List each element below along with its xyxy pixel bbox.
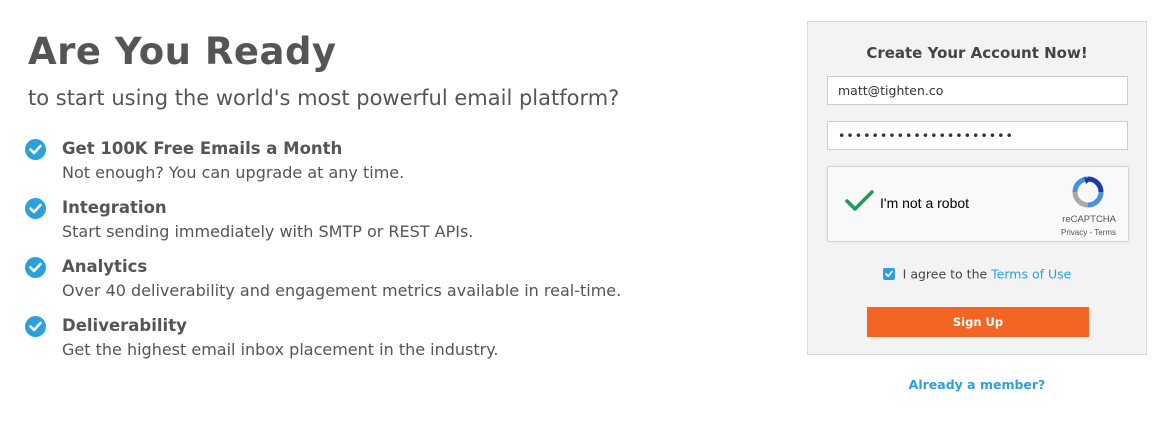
check-circle-icon (25, 316, 46, 337)
password-field[interactable] (827, 121, 1128, 150)
check-circle-icon (25, 139, 46, 160)
feature-item: Deliverability Get the highest email inb… (25, 315, 768, 374)
feature-title: Get 100K Free Emails a Month (62, 139, 343, 158)
recaptcha-privacy-terms-link[interactable]: Privacy - Terms (1061, 228, 1116, 237)
feature-description: Start sending immediately with SMTP or R… (62, 222, 474, 241)
feature-title: Integration (62, 198, 167, 217)
feature-description: Get the highest email inbox placement in… (62, 340, 499, 359)
feature-item: Get 100K Free Emails a Month Not enough?… (25, 138, 768, 197)
page-subheading: to start using the world's most powerful… (28, 86, 620, 110)
feature-title: Analytics (62, 257, 148, 276)
email-field[interactable] (827, 76, 1128, 105)
feature-description: Not enough? You can upgrade at any time. (62, 163, 405, 182)
sign-up-button[interactable]: Sign Up (867, 307, 1089, 337)
feature-list: Get 100K Free Emails a Month Not enough?… (25, 138, 768, 374)
terms-agreement-text: I agree to the (902, 266, 992, 282)
feature-item: Integration Start sending immediately wi… (25, 197, 768, 256)
already-member-link[interactable]: Already a member? (807, 377, 1147, 392)
recaptcha-logo-icon (1072, 176, 1104, 213)
recaptcha-checkbox[interactable] (844, 189, 876, 218)
feature-description: Over 40 deliverability and engagement me… (62, 281, 622, 300)
terms-checkbox[interactable] (882, 267, 895, 280)
check-circle-icon (25, 257, 46, 278)
signup-title: Create Your Account Now! (866, 44, 1088, 62)
signup-panel: Create Your Account Now! I'm not a robot… (807, 21, 1147, 355)
check-circle-icon (25, 198, 46, 219)
terms-agreement-label: I agree to the Terms of Use (903, 266, 1072, 281)
terms-agreement: I agree to the Terms of Use (808, 265, 1146, 283)
page-headline: Are You Ready (28, 30, 337, 73)
feature-title: Deliverability (62, 316, 187, 335)
terms-of-use-link[interactable]: Terms of Use (991, 266, 1071, 281)
recaptcha-brand: reCAPTCHA (1062, 214, 1116, 225)
marketing-section: Are You Ready to start using the world's… (25, 30, 768, 374)
recaptcha-widget: I'm not a robot reCAPTCHA Privacy - Term… (827, 166, 1129, 242)
feature-item: Analytics Over 40 deliverability and eng… (25, 256, 768, 315)
recaptcha-label: I'm not a robot (880, 195, 970, 211)
